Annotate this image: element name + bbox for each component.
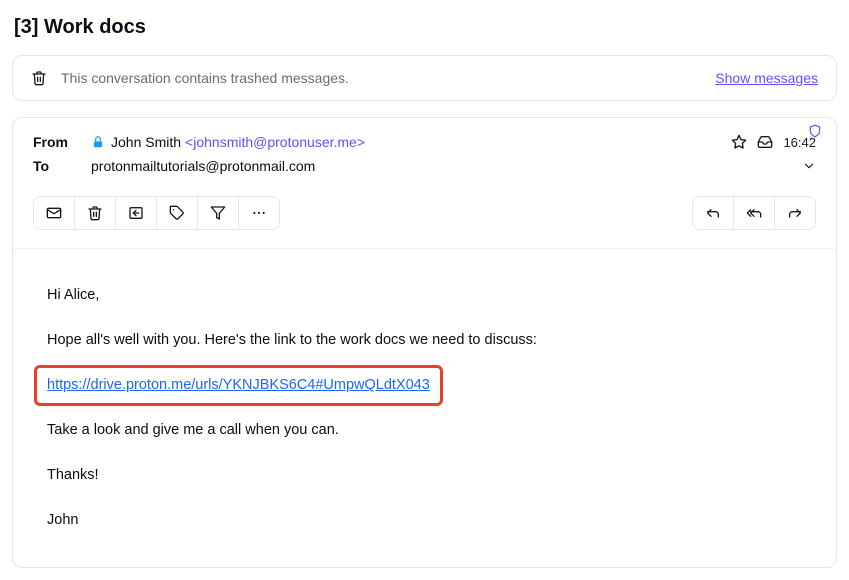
toolbar-left [33,196,280,230]
reply-all-button[interactable] [733,197,774,229]
trash-icon [31,70,47,86]
email-body: Hi Alice, Hope all's well with you. Here… [13,249,836,567]
to-label: To [33,158,91,174]
toolbar-right [692,196,816,230]
link-highlight: https://drive.proton.me/urls/YKNJBKS6C4#… [34,365,443,406]
body-signoff: John [47,510,802,531]
forward-button[interactable] [774,197,815,229]
star-icon[interactable] [731,134,747,150]
lock-icon [91,135,105,149]
reply-button[interactable] [693,197,733,229]
chevron-down-icon[interactable] [802,159,816,173]
body-line1: Hope all's well with you. Here's the lin… [47,330,802,351]
delete-button[interactable] [74,197,115,229]
to-row: To protonmailtutorials@protonmail.com [33,158,816,174]
show-messages-link[interactable]: Show messages [715,70,818,86]
sender-name[interactable]: John Smith [111,134,181,150]
shield-icon [808,124,822,138]
email-subject: [3] Work docs [14,16,837,39]
body-line2: Take a look and give me a call when you … [47,420,802,441]
filter-button[interactable] [197,197,238,229]
banner-message: This conversation contains trashed messa… [61,70,715,86]
label-button[interactable] [156,197,197,229]
email-card: From John Smith <johnsmith@protonuser.me… [12,117,837,568]
from-label: From [33,134,91,150]
body-thanks: Thanks! [47,465,802,486]
trash-banner: This conversation contains trashed messa… [12,55,837,101]
archive-button[interactable] [115,197,156,229]
drive-link[interactable]: https://drive.proton.me/urls/YKNJBKS6C4#… [47,377,430,393]
mark-unread-button[interactable] [34,197,74,229]
inbox-icon [757,134,773,150]
body-greeting: Hi Alice, [47,285,802,306]
from-row: From John Smith <johnsmith@protonuser.me… [33,134,816,150]
sender-email[interactable]: <johnsmith@protonuser.me> [185,134,365,150]
more-button[interactable] [238,197,279,229]
recipient: protonmailtutorials@protonmail.com [91,158,802,174]
